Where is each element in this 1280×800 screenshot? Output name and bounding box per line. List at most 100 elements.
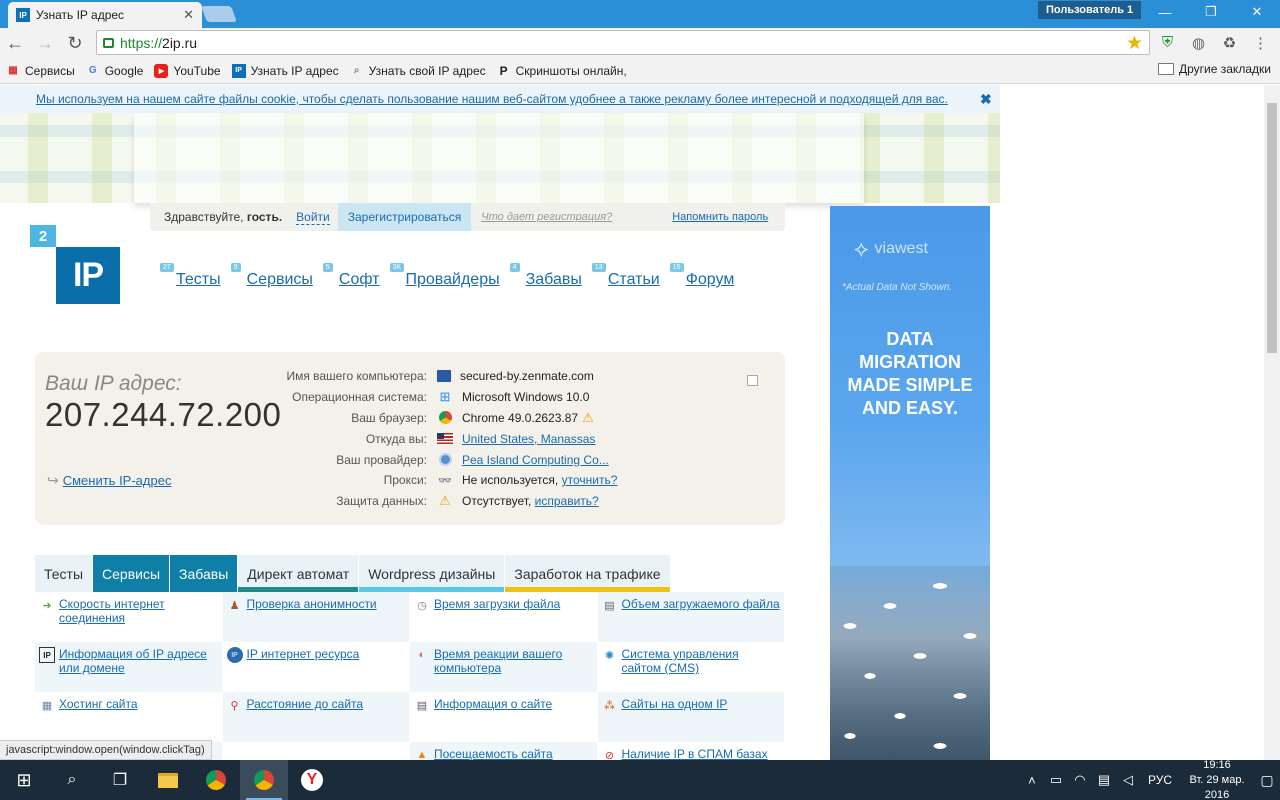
profile-button[interactable]: Пользователь 1 — [1038, 1, 1142, 19]
nav-link[interactable]: Тесты — [176, 271, 221, 288]
tab-direct[interactable]: Директ автомат — [238, 555, 360, 592]
url-text[interactable]: https://2ip.ru — [120, 35, 197, 51]
proxy-clarify-link[interactable]: уточнить? — [562, 473, 618, 487]
bookmark-find-ip[interactable]: ⌕ Узнать свой IP адрес — [350, 64, 486, 78]
scroll-thumb[interactable] — [1267, 103, 1277, 353]
service-item[interactable]: ✺ Система управления сайтом (CMS) — [598, 642, 785, 692]
change-ip-link[interactable]: Сменить IP-адрес — [63, 473, 172, 488]
bookmark-star-icon[interactable]: ★ — [1126, 32, 1143, 55]
tab-fun[interactable]: Забавы — [170, 555, 239, 592]
nav-item-articles[interactable]: 13 Статьи — [591, 263, 660, 289]
file-explorer-icon[interactable] — [144, 760, 192, 800]
service-link[interactable]: Объем загружаемого файла — [622, 597, 780, 611]
service-item[interactable]: ➜ Скорость интернет соединения — [35, 592, 223, 642]
maximize-button[interactable]: ❐ — [1188, 0, 1234, 24]
change-ip[interactable]: ↪ Сменить IP-адрес — [47, 472, 171, 489]
service-item[interactable]: ⁂ Сайты на одном IP — [597, 692, 785, 742]
battery-icon[interactable]: ▭ — [1044, 772, 1068, 788]
registration-info-link[interactable]: Что дает регистрация? — [481, 211, 612, 223]
chrome-taskbar-icon[interactable] — [192, 760, 240, 800]
yandex-browser-icon[interactable]: Y — [288, 760, 336, 800]
back-icon[interactable]: ← — [0, 33, 30, 54]
menu-icon[interactable]: ⋮ — [1249, 31, 1272, 54]
service-item[interactable]: ⊘ Наличие IP в СПАМ базах — [598, 742, 785, 760]
service-link[interactable]: Посещаемость сайта — [434, 747, 553, 760]
service-item[interactable]: IP Информация об IP адресе или домене — [35, 642, 223, 692]
bookmark-youtube[interactable]: ▶ YouTube — [154, 63, 221, 78]
remind-password-link[interactable]: Напомнить пароль — [672, 211, 768, 223]
tab-earnings[interactable]: Заработок на трафике — [505, 555, 671, 592]
volume-icon[interactable]: ◁ — [1116, 772, 1140, 788]
clock[interactable]: 19:16 Вт. 29 мар. 2016 — [1180, 758, 1254, 800]
service-item[interactable]: ◷ Время загрузки файла — [410, 592, 598, 642]
nav-item-tests[interactable]: 27 Тесты — [160, 263, 221, 289]
service-item[interactable]: ▲ Посещаемость сайта — [410, 742, 598, 760]
service-link[interactable]: IP интернет ресурса — [247, 647, 360, 661]
service-item[interactable]: ⚲ Расстояние до сайта — [222, 692, 410, 742]
message-icon[interactable]: ▤ — [1092, 772, 1116, 788]
other-bookmarks[interactable]: Другие закладки — [1158, 62, 1271, 76]
nav-item-services[interactable]: 9 Сервисы — [230, 263, 313, 289]
service-item[interactable]: ▤ Объем загружаемого файла — [597, 592, 785, 642]
service-link[interactable]: Расстояние до сайта — [247, 697, 364, 711]
service-item[interactable]: ◐ Время реакции вашего компьютера — [410, 642, 598, 692]
nav-item-forum[interactable]: 15 Форум — [669, 263, 735, 289]
wifi-icon[interactable]: ◠ — [1068, 772, 1092, 788]
service-item[interactable]: ▤ Информация о сайте — [410, 692, 598, 742]
task-view-icon[interactable]: ❐ — [96, 760, 144, 800]
service-link[interactable]: Время реакции вашего компьютера — [434, 647, 593, 675]
bookmark-services[interactable]: ▦ Сервисы — [6, 64, 74, 78]
provider-link[interactable]: Pea Island Computing Co... — [462, 453, 609, 467]
register-button[interactable]: Зарегистрироваться — [337, 203, 472, 231]
reload-icon[interactable]: ↻ — [60, 33, 90, 54]
search-icon[interactable]: ⌕ — [48, 760, 96, 800]
service-link[interactable]: Сайты на одном IP — [622, 697, 728, 711]
page-scrollbar[interactable] — [1264, 85, 1280, 760]
cookie-close-icon[interactable]: ✖ — [980, 91, 992, 108]
language-indicator[interactable]: РУС — [1148, 773, 1172, 787]
tab-close-icon[interactable]: ✕ — [183, 7, 194, 23]
service-link[interactable]: Система управления сайтом (CMS) — [622, 647, 781, 675]
service-link[interactable]: Скорость интернет соединения — [59, 597, 218, 625]
bookmark-screenshots[interactable]: P Скриншоты онлайн, — [497, 64, 627, 78]
close-window-button[interactable]: ✕ — [1234, 0, 1280, 24]
nav-link[interactable]: Сервисы — [247, 271, 313, 288]
nav-link[interactable]: Провайдеры — [406, 271, 500, 288]
forward-icon[interactable]: → — [30, 33, 60, 54]
ad-banner[interactable]: ⟡ viawest *Actual Data Not Shown. DATA MI… — [830, 206, 990, 760]
shield-extension-icon[interactable]: ⛨ — [1156, 31, 1179, 54]
address-bar[interactable]: https://2ip.ru ★ — [96, 30, 1150, 55]
chevron-up-icon[interactable]: ˄ — [1020, 773, 1044, 788]
service-link[interactable]: Информация о сайте — [434, 697, 552, 711]
nav-link[interactable]: Статьи — [608, 271, 660, 288]
nav-link[interactable]: Форум — [686, 271, 735, 288]
nav-link[interactable]: Забавы — [526, 271, 582, 288]
service-item[interactable]: ♟ Проверка анонимности — [222, 592, 410, 642]
service-link[interactable]: Хостинг сайта — [59, 697, 138, 711]
cookie-text[interactable]: Мы используем на нашем сайте файлы cooki… — [36, 92, 948, 106]
nav-item-software[interactable]: 5 Софт — [322, 263, 380, 289]
globe-extension-icon[interactable]: ◍ — [1187, 31, 1210, 54]
chrome-profile-taskbar-icon[interactable] — [240, 760, 288, 800]
nav-item-providers[interactable]: 3K Провайдеры — [389, 263, 500, 289]
location-link[interactable]: United States, Manassas — [462, 432, 595, 446]
notifications-icon[interactable]: ▢ — [1254, 772, 1280, 789]
service-link[interactable]: Наличие IP в СПАМ базах — [622, 747, 768, 760]
service-link[interactable]: Проверка анонимности — [247, 597, 377, 611]
new-tab-button[interactable] — [201, 6, 237, 22]
service-item[interactable]: ▦ Хостинг сайта — [35, 692, 223, 742]
service-item[interactable]: IP IP интернет ресурса — [223, 642, 410, 692]
windows-start-icon[interactable]: ⊞ — [0, 760, 48, 800]
nav-link[interactable]: Софт — [339, 271, 380, 288]
tab-tests[interactable]: Тесты — [35, 555, 94, 592]
tab-services[interactable]: Сервисы — [93, 555, 171, 592]
nav-item-fun[interactable]: 4 Забавы — [509, 263, 582, 289]
tab-wordpress[interactable]: Wordpress дизайны — [359, 555, 506, 592]
protection-fix-link[interactable]: исправить? — [535, 494, 599, 508]
recycle-extension-icon[interactable]: ♻ — [1218, 31, 1241, 54]
warning-icon[interactable]: ⚠ — [582, 410, 594, 426]
service-link[interactable]: Информация об IP адресе или домене — [59, 647, 218, 675]
box-checkbox[interactable] — [747, 375, 758, 386]
service-link[interactable]: Время загрузки файла — [434, 597, 560, 611]
minimize-button[interactable]: — — [1142, 0, 1188, 24]
